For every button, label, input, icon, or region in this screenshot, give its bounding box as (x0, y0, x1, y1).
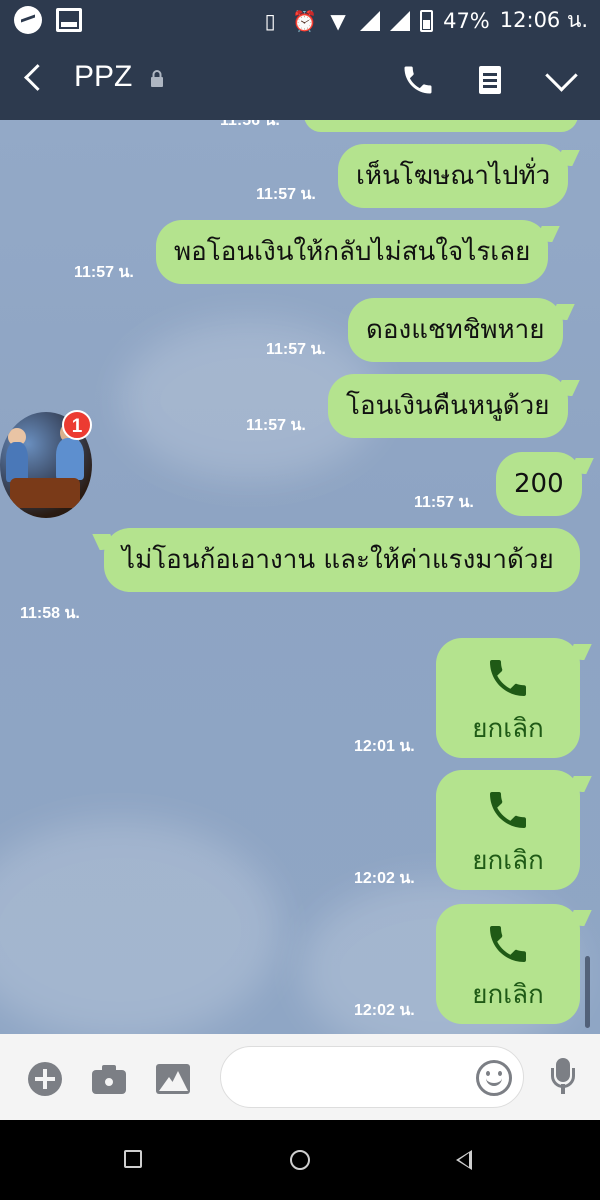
chat-scrollbar[interactable] (585, 956, 590, 1028)
phone-icon (490, 792, 526, 828)
unread-badge: 1 (62, 410, 92, 440)
notes-button[interactable] (474, 64, 506, 96)
message-time: 11:58 น. (20, 605, 80, 622)
message-bubble[interactable]: พอโอนเงินให้กลับไม่สนใจไรเลย (156, 220, 549, 284)
emoji-button[interactable] (476, 1060, 512, 1096)
chat-header: PPZ (0, 40, 600, 120)
call-status-label: ยกเลิก (472, 980, 544, 1010)
message-time: 11:57 น. (74, 264, 134, 281)
message-bubble[interactable]: 200 (496, 452, 582, 516)
battery-icon (420, 9, 434, 32)
call-message-bubble[interactable]: ยกเลิก (436, 638, 580, 758)
system-icons: ▯ ⏰ ▼ 47% 12:06 น. (258, 4, 588, 37)
voice-message-button[interactable] (548, 1058, 578, 1098)
phone-icon (404, 66, 432, 94)
call-status-label: ยกเลิก (472, 846, 544, 876)
message-time: 11:57 น. (246, 417, 306, 434)
previous-message-bubble[interactable] (304, 120, 578, 132)
gallery-icon (56, 8, 82, 32)
system-navigation-bar (0, 1120, 600, 1200)
incoming-message-bubble[interactable]: ไม่โอนก้อเอางาน และให้ค่าแรงมาด้วย (104, 528, 580, 592)
call-message-bubble[interactable]: ยกเลิก (436, 770, 580, 890)
home-button[interactable] (290, 1150, 310, 1170)
message-time: 11:57 น. (266, 341, 326, 358)
message-bubble[interactable]: โอนเงินคืนหนูด้วย (328, 374, 568, 438)
notification-icons (14, 6, 82, 34)
battery-percent: 47% (443, 8, 490, 33)
call-status-label: ยกเลิก (472, 714, 544, 744)
signal-2-icon (390, 10, 411, 31)
recent-apps-button[interactable] (124, 1150, 142, 1168)
call-button[interactable] (400, 62, 440, 102)
signal-icon (360, 10, 381, 31)
message-time: 11:56 น. (220, 120, 280, 129)
chat-area[interactable]: 11:56 น. เห็นโฆษณาไปทั่ว 11:57 น. พอโอนเ… (0, 120, 600, 1034)
camera-button[interactable] (92, 1064, 126, 1094)
message-time: 12:02 น. (354, 870, 415, 887)
vibrate-icon: ▯ (264, 8, 276, 33)
alarm-icon: ⏰ (292, 8, 317, 33)
gallery-button[interactable] (156, 1064, 190, 1094)
wifi-icon: ▼ (330, 8, 346, 33)
message-time: 11:57 น. (256, 186, 316, 203)
message-time: 11:57 น. (414, 494, 474, 511)
messenger-icon (14, 6, 42, 34)
expand-menu-button[interactable] (542, 62, 582, 102)
chat-title: PPZ (74, 60, 133, 93)
status-bar: ▯ ⏰ ▼ 47% 12:06 น. (0, 0, 600, 40)
add-attachment-button[interactable] (28, 1062, 62, 1096)
phone-icon (490, 660, 526, 696)
message-bubble[interactable]: ดองแชทชิพหาย (348, 298, 563, 362)
back-button[interactable] (20, 64, 50, 94)
call-message-bubble[interactable]: ยกเลิก (436, 904, 580, 1024)
message-input-bar (0, 1034, 600, 1120)
phone-icon (490, 926, 526, 962)
lock-icon (150, 70, 164, 88)
message-time: 12:02 น. (354, 1002, 415, 1019)
clock: 12:06 น. (499, 8, 588, 32)
back-nav-button[interactable] (456, 1150, 472, 1170)
message-bubble[interactable]: เห็นโฆษณาไปทั่ว (338, 144, 569, 208)
message-time: 12:01 น. (354, 738, 415, 755)
